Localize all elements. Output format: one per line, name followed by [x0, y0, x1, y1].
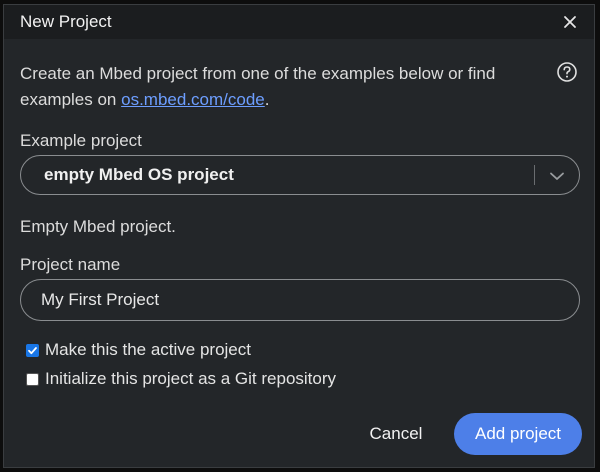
select-divider — [534, 165, 535, 185]
git-repository-option[interactable]: Initialize this project as a Git reposit… — [26, 369, 336, 389]
dialog-titlebar: New Project — [4, 5, 594, 39]
example-project-description: Empty Mbed project. — [20, 217, 176, 236]
active-project-label: Make this the active project — [45, 340, 251, 359]
add-project-button[interactable]: Add project — [454, 413, 582, 455]
examples-link[interactable]: os.mbed.com/code — [121, 90, 265, 109]
new-project-dialog: New Project Create an Mbed project from … — [3, 4, 595, 468]
intro-text-after: . — [264, 90, 270, 109]
intro-text: Create an Mbed project from one of the e… — [20, 61, 520, 113]
example-project-label: Example project — [20, 131, 142, 150]
project-name-label: Project name — [20, 255, 121, 274]
chevron-down-icon[interactable] — [548, 167, 566, 185]
example-project-select[interactable]: empty Mbed OS project — [20, 155, 580, 195]
project-name-value: My First Project — [41, 290, 160, 309]
dialog-title: New Project — [20, 12, 112, 31]
git-repository-checkbox[interactable] — [26, 372, 39, 386]
help-circle-icon[interactable] — [556, 61, 578, 83]
git-repository-label: Initialize this project as a Git reposit… — [45, 369, 337, 388]
active-project-option[interactable]: Make this the active project — [26, 340, 251, 360]
example-project-selected: empty Mbed OS project — [44, 165, 234, 184]
cancel-button[interactable]: Cancel — [358, 413, 434, 455]
project-name-input[interactable]: My First Project — [20, 279, 580, 321]
close-icon[interactable] — [560, 12, 580, 32]
active-project-checkbox[interactable] — [26, 343, 39, 357]
